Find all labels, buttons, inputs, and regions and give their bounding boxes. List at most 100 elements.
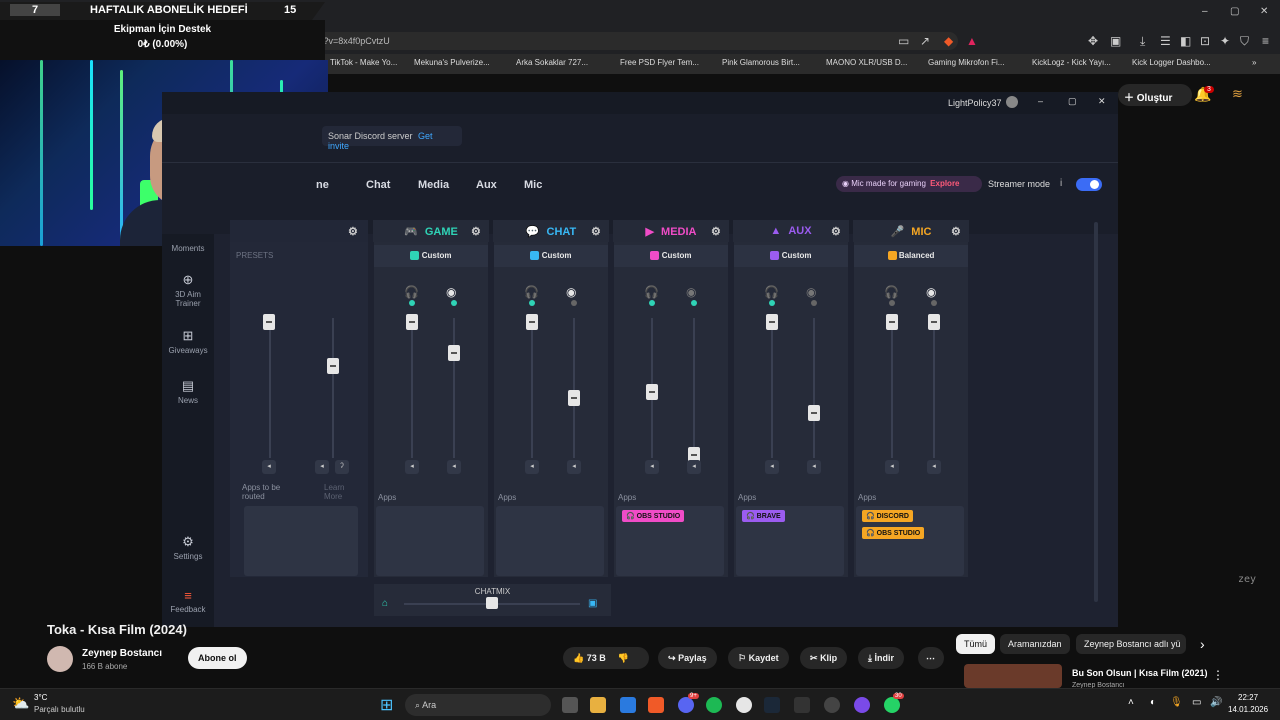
- maximize-icon[interactable]: ▢: [1230, 6, 1239, 17]
- sidebar-icon[interactable]: ◧: [1180, 34, 1191, 48]
- gear-icon[interactable]: ⚙: [711, 225, 721, 238]
- app-tag[interactable]: 🎧 BRAVE: [742, 510, 785, 522]
- game-stream-slider[interactable]: [448, 344, 460, 361]
- extensions-icon[interactable]: ✥: [1088, 34, 1098, 48]
- close-icon[interactable]: ✕: [1098, 96, 1106, 107]
- preset-selector-media[interactable]: Custom: [614, 245, 728, 267]
- chevron-right-icon[interactable]: ›: [1200, 636, 1205, 652]
- preset-selector-game[interactable]: Custom: [374, 245, 488, 267]
- master-stream-slider[interactable]: [327, 358, 339, 374]
- speaker-icon[interactable]: ◂: [525, 460, 539, 474]
- channel-header-chat[interactable]: 💬 CHAT ⚙: [493, 220, 609, 242]
- speaker-icon[interactable]: ◂: [315, 460, 329, 474]
- bookmark-item[interactable]: Gaming Mikrofon Fi...: [928, 58, 1004, 67]
- close-icon[interactable]: ✕: [1260, 6, 1268, 17]
- aux-monitor-slider[interactable]: [766, 314, 778, 330]
- channel-header-media[interactable]: ▶ MEDIA ⚙: [613, 220, 729, 242]
- explore-link[interactable]: Explore: [930, 179, 959, 188]
- bookmark-item[interactable]: Free PSD Flyer Tem...: [620, 58, 699, 67]
- more-icon[interactable]: ⋯: [918, 647, 944, 669]
- tab-mic[interactable]: Mic: [524, 179, 542, 191]
- mic-promo[interactable]: ◉ Mic made for gaming Explore: [836, 176, 982, 192]
- speaker-icon[interactable]: ◂: [262, 460, 276, 474]
- avatar[interactable]: [1006, 96, 1018, 108]
- gear-icon[interactable]: ⚙: [951, 225, 961, 238]
- speaker-icon[interactable]: ◂: [447, 460, 461, 474]
- mic-stream-slider[interactable]: [928, 314, 940, 330]
- share-icon[interactable]: ↗: [920, 34, 930, 48]
- windows-start-icon[interactable]: ⊞: [380, 695, 393, 715]
- bookmark-item[interactable]: Pink Glamorous Birt...: [722, 58, 800, 67]
- broadcast-icon[interactable]: ◉: [566, 285, 576, 299]
- bookmark-item[interactable]: Mekuna's Pulverize...: [414, 58, 490, 67]
- speaker-icon[interactable]: ◂: [885, 460, 899, 474]
- chatmix-slider[interactable]: [486, 597, 498, 609]
- screenshot-icon[interactable]: ▣: [1110, 34, 1121, 48]
- game-monitor-slider[interactable]: [406, 314, 418, 330]
- chip-all[interactable]: Tümü: [956, 634, 996, 654]
- share-button[interactable]: ↪ Paylaş: [658, 647, 717, 669]
- chip-from-search[interactable]: Aramanızdan: [1000, 634, 1070, 654]
- ear-icon[interactable]: ʔ: [335, 460, 349, 474]
- volume-icon[interactable]: 🔊: [1210, 697, 1222, 708]
- whatsapp-icon[interactable]: [884, 697, 900, 713]
- speaker-icon[interactable]: ◂: [765, 460, 779, 474]
- wallet-icon[interactable]: ⊡: [1200, 34, 1210, 48]
- channel-avatar[interactable]: [47, 646, 73, 672]
- sonar-username[interactable]: LightPolicy37: [948, 98, 1002, 108]
- chip-channel[interactable]: Zeynep Bostancı adlı yü: [1076, 634, 1186, 654]
- info-icon[interactable]: i: [1060, 178, 1062, 189]
- download-icon[interactable]: ⤓: [1140, 34, 1145, 49]
- apps-drop-area[interactable]: [376, 506, 484, 576]
- preset-selector-mic[interactable]: Balanced: [854, 245, 968, 267]
- sidebar-item-aim-trainer[interactable]: ⊕ 3D Aim Trainer: [162, 272, 214, 308]
- task-view-icon[interactable]: [562, 697, 578, 713]
- like-button[interactable]: 👍 73 B 👎: [563, 647, 649, 669]
- tab-aux[interactable]: Aux: [476, 179, 497, 191]
- sidebar-item-giveaways[interactable]: ⊞ Giveaways: [162, 328, 214, 355]
- more-bookmarks-icon[interactable]: »: [1252, 58, 1256, 67]
- clock-date[interactable]: 14.01.2026: [1228, 705, 1268, 714]
- more-vert-icon[interactable]: ⋮: [1212, 668, 1224, 682]
- store-icon[interactable]: [620, 697, 636, 713]
- tab-media[interactable]: Media: [418, 179, 449, 191]
- spotify-icon[interactable]: [706, 697, 722, 713]
- broadcast-icon[interactable]: ◉: [446, 285, 456, 299]
- speaker-icon[interactable]: ◂: [645, 460, 659, 474]
- preset-selector-chat[interactable]: Custom: [494, 245, 608, 267]
- speaker-icon[interactable]: ◂: [807, 460, 821, 474]
- scrollbar[interactable]: [1094, 222, 1098, 602]
- bookmarks-icon[interactable]: ☰: [1160, 34, 1171, 48]
- app-tag[interactable]: 🎧 OBS STUDIO: [862, 527, 925, 539]
- learn-more-link[interactable]: Learn More: [324, 483, 354, 501]
- bookmark-item[interactable]: KickLogz - Kick Yayı...: [1032, 58, 1111, 67]
- apps-drop-area[interactable]: [244, 506, 358, 576]
- speaker-icon[interactable]: ◂: [927, 460, 941, 474]
- taskbar-search[interactable]: ⌕ Ara: [405, 694, 551, 716]
- bookmark-item[interactable]: Arka Sokaklar 727...: [516, 58, 588, 67]
- app-tag[interactable]: 🎧 DISCORD: [862, 510, 913, 522]
- mic-monitor-slider[interactable]: [886, 314, 898, 330]
- chat-stream-slider[interactable]: [568, 389, 580, 406]
- app-icon[interactable]: [854, 697, 870, 713]
- vpn-icon[interactable]: ⛉: [1240, 34, 1249, 49]
- sidebar-item-settings[interactable]: ⚙ Settings: [162, 534, 214, 561]
- headphones-icon[interactable]: 🎧: [884, 285, 899, 299]
- channel-header-aux[interactable]: ▲ AUX ⚙: [733, 220, 849, 242]
- headphones-icon[interactable]: 🎧: [524, 285, 539, 299]
- headphones-icon[interactable]: 🎧: [644, 285, 659, 299]
- tray-chevron-icon[interactable]: ˄: [1128, 697, 1134, 708]
- subscribe-button[interactable]: Abone ol: [188, 647, 247, 669]
- gear-icon[interactable]: ⚙: [471, 225, 481, 238]
- avatar[interactable]: ≋: [1232, 86, 1243, 102]
- sidebar-item-news[interactable]: ▤ News: [162, 378, 214, 405]
- minimize-icon[interactable]: –: [1038, 96, 1043, 106]
- channel-header-mic[interactable]: 🎤 MIC ⚙: [853, 220, 969, 242]
- speaker-icon[interactable]: ◂: [687, 460, 701, 474]
- save-button[interactable]: ⚐ Kaydet: [728, 647, 789, 669]
- steam-icon[interactable]: [764, 697, 780, 713]
- clip-button[interactable]: ✂ Klip: [800, 647, 848, 669]
- address-bar[interactable]: be.com/watch?v=8x4f0pCvtzU: [258, 32, 958, 50]
- preset-selector-aux[interactable]: Custom: [734, 245, 848, 267]
- broadcast-icon[interactable]: ◉: [926, 285, 936, 299]
